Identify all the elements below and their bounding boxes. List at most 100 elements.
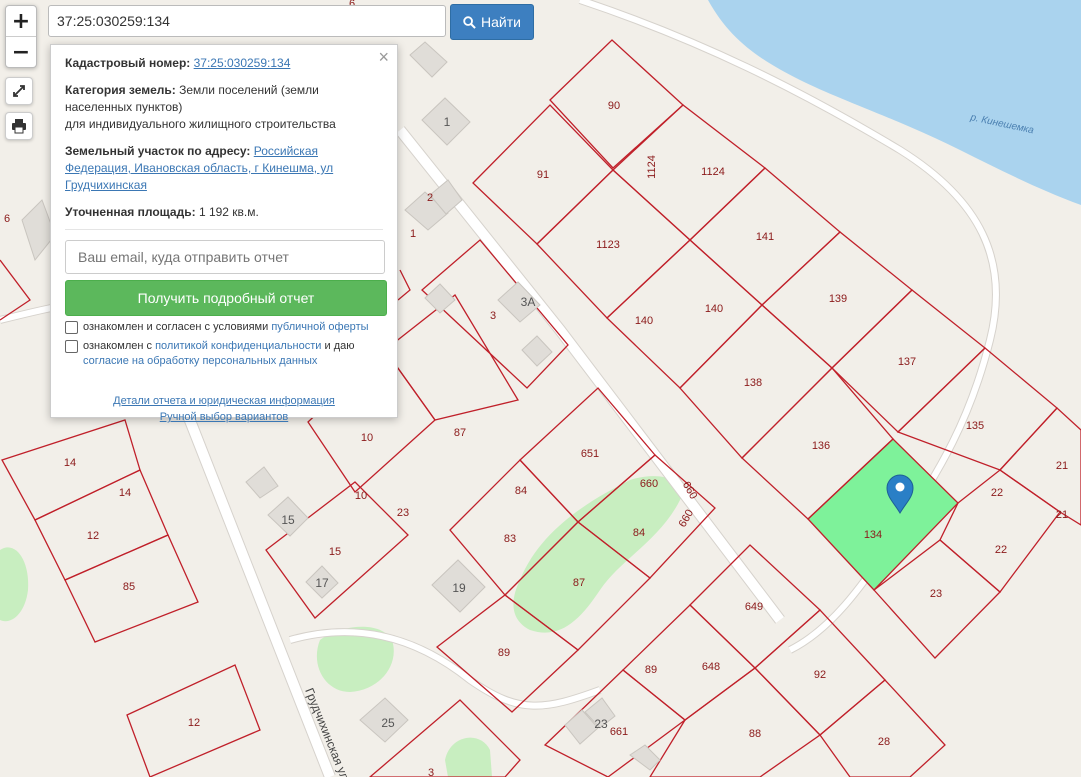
svg-text:84: 84 (515, 485, 527, 497)
search-button[interactable]: Найти (450, 4, 534, 40)
svg-text:660: 660 (640, 478, 658, 490)
cadastral-label: Кадастровый номер: (65, 56, 191, 70)
svg-text:3: 3 (490, 310, 496, 322)
cadastral-link[interactable]: 37:25:030259:134 (194, 56, 291, 70)
zoom-in-button[interactable]: + (6, 6, 36, 37)
svg-text:91: 91 (537, 169, 549, 181)
svg-text:17: 17 (315, 576, 329, 590)
address-link-1[interactable]: Российская (254, 144, 318, 158)
park-area (445, 737, 492, 777)
svg-text:87: 87 (454, 427, 466, 439)
svg-text:6: 6 (4, 213, 10, 225)
selected-parcel-134[interactable] (807, 438, 959, 591)
consent-offer: ознакомлен и согласен с условиями публич… (65, 320, 383, 335)
zoom-control: + − (5, 5, 37, 68)
road (175, 393, 335, 777)
svg-text:1: 1 (410, 228, 416, 240)
svg-text:3: 3 (428, 767, 434, 777)
svg-text:21: 21 (1056, 460, 1068, 472)
svg-text:15: 15 (329, 546, 341, 558)
svg-text:88: 88 (749, 728, 761, 740)
category-row: Категория земель: Земли поселений (земли… (65, 82, 383, 133)
print-button[interactable] (5, 112, 33, 140)
river-water (708, 0, 1081, 205)
svg-text:134: 134 (864, 529, 882, 541)
category-value-2: населенных пунктов) (65, 100, 183, 114)
park-area (513, 476, 682, 633)
consent-privacy: ознакомлен с политикой конфиденциальност… (65, 339, 383, 369)
offer-link[interactable]: публичной оферты (271, 321, 368, 333)
svg-text:22: 22 (991, 487, 1003, 499)
category-label: Категория земель: (65, 83, 176, 97)
printer-icon (12, 119, 26, 134)
svg-text:85: 85 (123, 581, 135, 593)
svg-text:87: 87 (573, 577, 585, 589)
svg-text:14: 14 (119, 487, 131, 499)
svg-text:649: 649 (745, 601, 763, 613)
fullscreen-button[interactable] (5, 77, 33, 105)
svg-text:90: 90 (608, 100, 620, 112)
svg-text:23: 23 (594, 717, 608, 731)
consent-privacy-mid: и даю (324, 340, 355, 352)
address-link-3[interactable]: Грудчихинская (65, 178, 147, 192)
area-value: 1 192 кв.м. (198, 205, 259, 219)
consent-offer-checkbox[interactable] (65, 321, 78, 334)
svg-text:25: 25 (381, 716, 395, 730)
svg-text:21: 21 (1056, 509, 1068, 521)
svg-text:651: 651 (581, 448, 599, 460)
svg-text:89: 89 (645, 664, 657, 676)
category-value-1: Земли поселений (земли (179, 83, 319, 97)
svg-text:10: 10 (361, 432, 373, 444)
address-link-2[interactable]: Федерация, Ивановская область, г Кинешма… (65, 161, 333, 175)
details-link[interactable]: Детали отчета и юридическая информация (113, 395, 335, 407)
svg-text:89: 89 (498, 647, 510, 659)
svg-text:1124: 1124 (646, 155, 658, 179)
svg-text:1123: 1123 (596, 239, 620, 251)
cadastral-row: Кадастровый номер: 37:25:030259:134 (65, 55, 383, 72)
svg-text:136: 136 (812, 440, 830, 452)
svg-text:10: 10 (355, 490, 367, 502)
data-processing-link[interactable]: согласие на обработку персональных данны… (83, 355, 317, 367)
svg-text:84: 84 (633, 527, 645, 539)
svg-text:12: 12 (87, 530, 99, 542)
expand-icon (13, 85, 25, 97)
svg-text:28: 28 (878, 736, 890, 748)
svg-text:1: 1 (444, 115, 451, 129)
park-area (0, 547, 29, 622)
close-icon[interactable]: × (378, 48, 389, 66)
svg-text:1124: 1124 (701, 166, 725, 178)
get-report-button[interactable]: Получить подробный отчет (65, 280, 387, 316)
svg-text:140: 140 (705, 303, 723, 315)
svg-text:137: 137 (898, 356, 916, 368)
manual-selection-link[interactable]: Ручной выбор вариантов (160, 411, 288, 423)
svg-text:15: 15 (281, 513, 295, 527)
svg-text:648: 648 (702, 661, 720, 673)
svg-text:12: 12 (188, 717, 200, 729)
svg-text:22: 22 (995, 544, 1007, 556)
svg-text:3А: 3А (521, 295, 536, 309)
svg-text:661: 661 (610, 726, 628, 738)
email-field[interactable] (65, 240, 385, 274)
svg-text:14: 14 (64, 457, 76, 469)
svg-text:139: 139 (829, 293, 847, 305)
parcel-info-popup: × Кадастровый номер: 37:25:030259:134 Ка… (50, 44, 398, 423)
svg-text:138: 138 (744, 377, 762, 389)
consent-privacy-text: ознакомлен с (83, 340, 153, 352)
privacy-link[interactable]: политикой конфиденциальности (155, 340, 321, 352)
svg-text:140: 140 (635, 315, 653, 327)
svg-text:135: 135 (966, 420, 984, 432)
consent-offer-text: ознакомлен и согласен с условиями (83, 321, 269, 333)
zoom-out-button[interactable]: − (6, 37, 36, 67)
svg-text:23: 23 (397, 507, 409, 519)
svg-text:141: 141 (756, 231, 774, 243)
area-label: Уточненная площадь: (65, 205, 196, 219)
svg-text:83: 83 (504, 533, 516, 545)
svg-text:23: 23 (930, 588, 942, 600)
svg-text:92: 92 (814, 669, 826, 681)
consent-privacy-checkbox[interactable] (65, 340, 78, 353)
svg-text:19: 19 (452, 581, 466, 595)
category-value-3: для индивидуального жилищного строительс… (65, 117, 336, 131)
popup-footer: Детали отчета и юридическая информация Р… (65, 393, 383, 425)
search-input[interactable] (48, 5, 446, 37)
area-row: Уточненная площадь: 1 192 кв.м. (65, 204, 383, 230)
